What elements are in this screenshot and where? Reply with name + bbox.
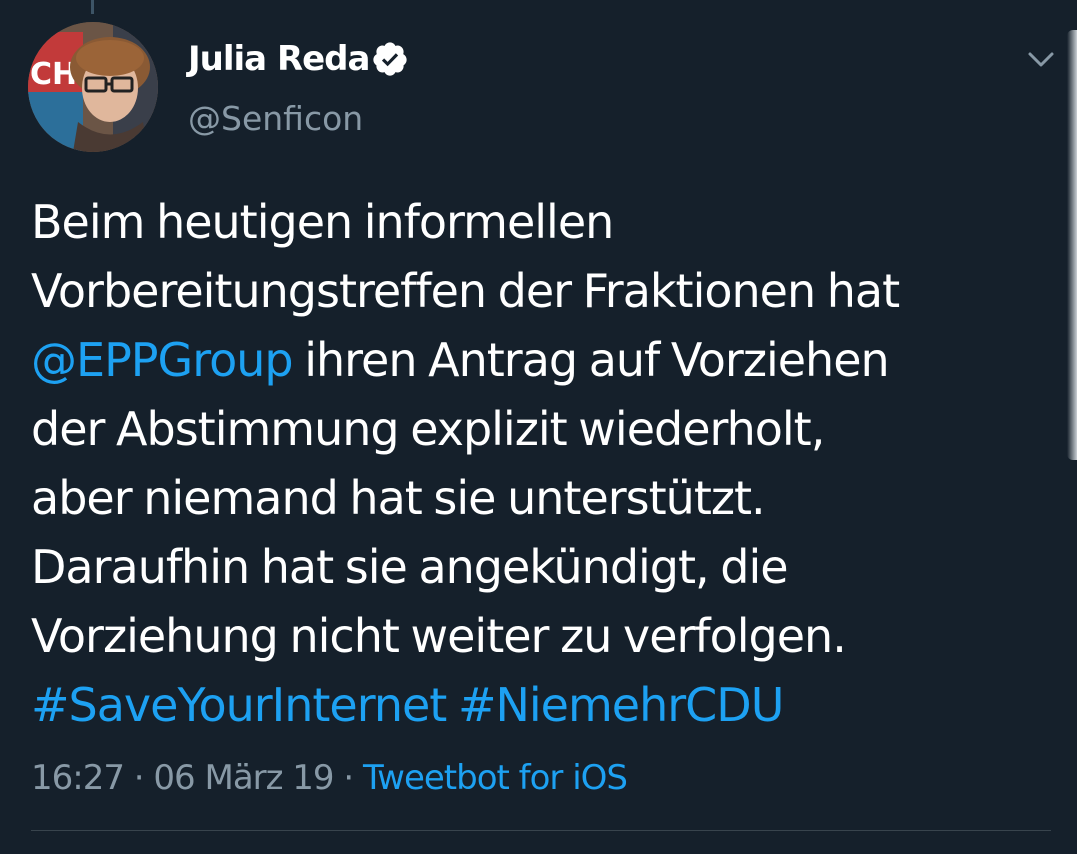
tweet-text-line: der Abstimmung explizit wiederholt,: [31, 395, 1051, 464]
tweet-text-segment: Daraufhin hat sie angekündigt, die: [31, 540, 789, 594]
tweet-text-segment: ihren Antrag auf Vorziehen: [292, 333, 889, 387]
tweet-text-line: #SaveYourInternet #NiemehrCDU: [31, 671, 1051, 740]
author-display-name[interactable]: Julia Reda: [188, 36, 370, 82]
mention-link[interactable]: @EPPGroup: [31, 333, 294, 387]
meta-separator: ·: [333, 758, 363, 798]
scroll-edge-shadow: [1067, 30, 1077, 460]
avatar[interactable]: CH: [28, 22, 158, 152]
tweet-text-segment: der Abstimmung explizit wiederholt,: [31, 402, 825, 456]
tweet-text: Beim heutigen informellen Vorbereitungstr…: [31, 188, 1051, 740]
tweet-source-link[interactable]: Tweetbot for iOS: [363, 758, 628, 798]
tweet-text-line: Daraufhin hat sie angekündigt, die: [31, 533, 1051, 602]
avatar-sign-text: CH: [30, 57, 77, 92]
divider: [31, 830, 1051, 831]
tweet-text-segment: aber niemand hat sie unterstützt.: [31, 471, 766, 525]
avatar-image: CH: [28, 22, 158, 152]
hashtag-link[interactable]: #SaveYourInternet: [31, 678, 447, 732]
hashtag-link[interactable]: #NiemehrCDU: [458, 678, 784, 732]
tweet-text-line: Beim heutigen informellen: [31, 188, 1051, 257]
tweet-text-line: Vorziehung nicht weiter zu verfolgen.: [31, 602, 1051, 671]
meta-separator: ·: [123, 758, 154, 798]
tweet-date[interactable]: 06 März 19: [153, 758, 334, 798]
tweet-text-segment: Vorziehung nicht weiter zu verfolgen.: [31, 609, 847, 663]
tweet-text-line: Vorbereitungstreffen der Fraktionen hat: [31, 257, 1051, 326]
tweet-text-line: @EPPGroup ihren Antrag auf Vorziehen: [31, 326, 1051, 395]
chevron-down-icon[interactable]: [1026, 48, 1056, 72]
author-handle[interactable]: @Senficon: [188, 96, 363, 142]
tweet-meta: 16:27 · 06 März 19 · Tweetbot for iOS: [31, 753, 628, 803]
tweet-text-segment: [446, 678, 458, 732]
verified-badge-icon: [373, 42, 407, 76]
tweet-text-segment: Beim heutigen informellen: [31, 195, 614, 249]
thread-connector-line: [91, 0, 94, 14]
tweet-time[interactable]: 16:27: [31, 758, 125, 798]
tweet-text-line: aber niemand hat sie unterstützt.: [31, 464, 1051, 533]
tweet-text-segment: Vorbereitungstreffen der Fraktionen hat: [31, 264, 900, 318]
